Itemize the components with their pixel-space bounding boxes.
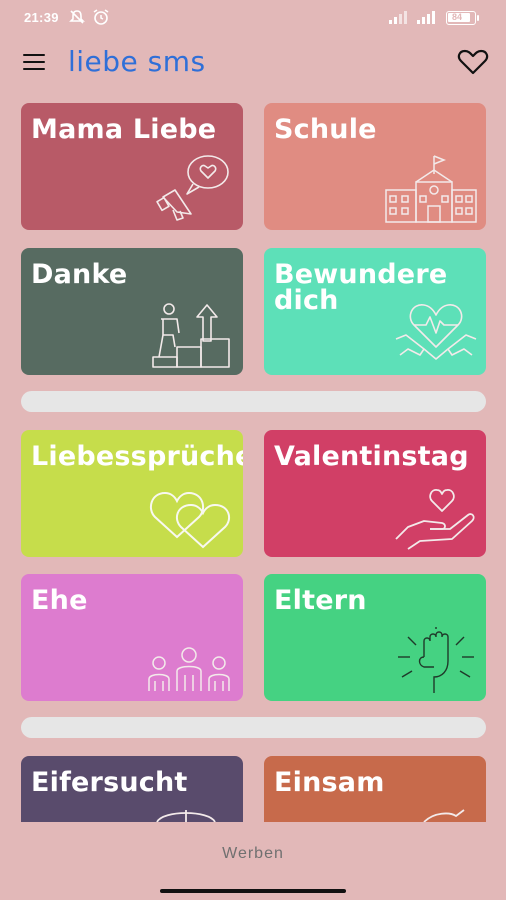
category-card-bewundere-dich[interactable]: Bewundere dich — [264, 248, 486, 375]
megaphone-heart-icon — [156, 155, 229, 221]
battery-level: 84 — [452, 12, 463, 22]
category-card-einsam[interactable]: Einsam — [264, 756, 486, 822]
heart-in-hand-icon — [395, 489, 475, 550]
stairs-climb-icon — [152, 303, 230, 368]
card-title: Liebessprüche — [31, 441, 243, 472]
signal-icon-2 — [417, 11, 435, 24]
category-card-eifersucht[interactable]: Eifersucht — [21, 756, 243, 822]
app-title: liebe sms — [68, 45, 206, 78]
arrow-icon — [423, 809, 465, 822]
home-indicator[interactable] — [160, 889, 346, 893]
bottom-ad-bar: Werben — [0, 822, 506, 900]
category-card-eltern[interactable]: Eltern — [264, 574, 486, 701]
battery-icon: 84 — [446, 11, 476, 25]
ad-label: Werben — [222, 845, 284, 862]
category-card-mama-liebe[interactable]: Mama Liebe — [21, 103, 243, 230]
battery-tip — [477, 15, 479, 21]
category-card-liebesspruche[interactable]: Liebessprüche — [21, 430, 243, 557]
menu-icon[interactable] — [20, 50, 48, 74]
family-people-icon — [148, 647, 230, 691]
raised-fist-icon — [398, 627, 474, 693]
signal-icon — [389, 11, 407, 24]
banner-divider — [21, 391, 486, 412]
category-card-valentinstag[interactable]: Valentinstag — [264, 430, 486, 557]
two-hearts-icon — [149, 491, 231, 549]
category-card-schule[interactable]: Schule — [264, 103, 486, 230]
card-title: Ehe — [31, 585, 88, 616]
alarm-clock-icon — [93, 9, 109, 25]
school-building-icon — [385, 155, 477, 223]
card-title: Valentinstag — [274, 441, 469, 472]
card-title: Eltern — [274, 585, 367, 616]
favorites-heart-icon[interactable] — [457, 48, 489, 76]
category-card-ehe[interactable]: Ehe — [21, 574, 243, 701]
app-bar: liebe sms — [0, 36, 506, 88]
heart-hands-icon — [395, 304, 477, 360]
card-title: Mama Liebe — [31, 114, 217, 145]
status-time: 21:39 — [24, 10, 59, 25]
card-title: Einsam — [274, 767, 385, 798]
card-title: Danke — [31, 259, 128, 290]
category-card-danke[interactable]: Danke — [21, 248, 243, 375]
banner-divider — [21, 717, 486, 738]
mute-notification-icon — [69, 10, 85, 24]
status-bar: 21:39 84 — [0, 0, 506, 36]
target-icon — [156, 810, 216, 822]
card-title: Schule — [274, 114, 377, 145]
card-title: Eifersucht — [31, 767, 188, 798]
